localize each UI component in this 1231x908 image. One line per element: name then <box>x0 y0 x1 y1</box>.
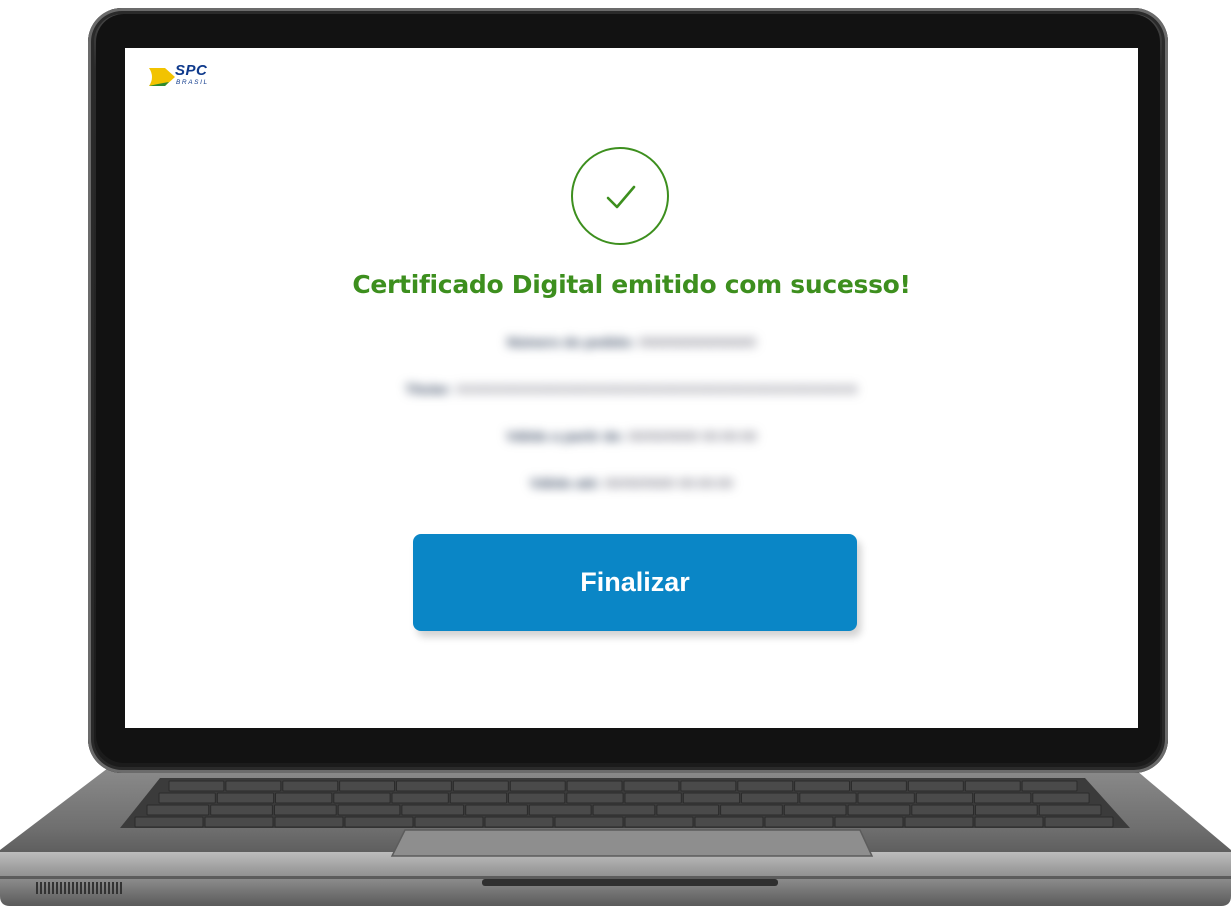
keyboard-key <box>623 780 680 792</box>
keyboard-key <box>964 780 1021 792</box>
keyboard-key <box>449 792 508 804</box>
keyboard-key <box>566 780 623 792</box>
keyboard-key <box>783 804 847 816</box>
keyboard-key <box>624 816 694 828</box>
keyboard-key <box>847 804 911 816</box>
keyboard-key <box>274 804 337 816</box>
detail-valid-from: Válido a partir de: 00/00/0000 00:00:00 <box>125 428 1138 444</box>
keyboard-key <box>225 780 282 792</box>
keyboard-key <box>339 780 396 792</box>
keyboard-key <box>401 804 465 816</box>
keyboard-key <box>1021 780 1078 792</box>
keyboard-key <box>911 804 974 816</box>
detail-label: Válido até: <box>529 475 601 491</box>
keyboard-key <box>1044 816 1114 828</box>
keyboard-key <box>509 780 566 792</box>
keyboard-key <box>682 792 741 804</box>
keyboard-key <box>452 780 509 792</box>
laptop-mockup: SPC BRASIL Certificado Digital emitido c… <box>0 0 1231 908</box>
keyboard-key <box>282 780 339 792</box>
keyboard-key <box>764 816 834 828</box>
keyboard-key <box>904 816 974 828</box>
finish-button[interactable]: Finalizar <box>413 534 857 631</box>
detail-value: 00/00/0000 00:00:00 <box>604 475 734 491</box>
keyboard-key <box>484 816 554 828</box>
detail-value: 00/00/0000 00:00:00 <box>628 428 757 444</box>
keyboard-key <box>741 792 799 804</box>
detail-label: Titular: <box>405 381 453 397</box>
keyboard-key <box>158 792 216 804</box>
keyboard-key <box>680 780 737 792</box>
keyboard-key <box>720 804 783 816</box>
keyboard-key <box>851 780 907 792</box>
keyboard-key <box>554 816 624 828</box>
keyboard-key <box>414 816 484 828</box>
keyboard-key <box>1038 804 1102 816</box>
detail-valid-until: Válido até: 00/00/0000 00:00:00 <box>125 475 1138 491</box>
logo-tagline: BRASIL <box>176 79 209 86</box>
screen: SPC BRASIL Certificado Digital emitido c… <box>125 48 1138 728</box>
keyboard-key <box>337 804 401 816</box>
keyboard-key <box>624 792 682 804</box>
keyboard-key <box>396 780 452 792</box>
success-message: Certificado Digital emitido com sucesso! <box>352 270 911 299</box>
keyboard-key <box>274 816 344 828</box>
keyboard-key <box>391 792 449 804</box>
detail-order-number: Número do pedido: 000000000000000 <box>125 334 1138 350</box>
keyboard-key <box>465 804 528 816</box>
keyboard-key <box>134 816 204 828</box>
keyboard-key <box>275 792 333 804</box>
keyboard-key <box>694 816 764 828</box>
logo-text: SPC <box>175 62 208 79</box>
keyboard-key <box>974 792 1032 804</box>
keyboard-key <box>794 780 850 792</box>
keyboard-key <box>656 804 720 816</box>
detail-value: 000000000000000 <box>639 334 756 350</box>
logo-mark-icon <box>149 68 175 86</box>
detail-holder: Titular: XXXXXXXXXXXXXXXXXXXXXXXXXXXXXXX… <box>125 381 1138 397</box>
keyboard-key <box>566 792 624 804</box>
keyboard-key <box>907 780 964 792</box>
spc-brasil-logo: SPC BRASIL <box>147 62 227 94</box>
keyboard-key <box>508 792 566 804</box>
keyboard-key <box>974 816 1044 828</box>
keyboard-key <box>915 792 974 804</box>
check-circle-icon <box>571 147 669 245</box>
keyboard-key <box>737 780 794 792</box>
detail-value: XXXXXXXXXXXXXXXXXXXXXXXXXXXXXXXXXXXXXXXX… <box>456 381 858 397</box>
keyboard-key <box>975 804 1038 816</box>
keyboard-key <box>834 816 904 828</box>
keyboard-key <box>210 804 273 816</box>
keyboard-key <box>592 804 656 816</box>
keyboard-key <box>799 792 857 804</box>
keyboard-key <box>344 816 414 828</box>
keyboard-key <box>528 804 592 816</box>
keyboard-key <box>204 816 274 828</box>
keyboard-key <box>1032 792 1090 804</box>
keyboard-key <box>216 792 275 804</box>
keyboard-key <box>857 792 915 804</box>
keyboard-key <box>168 780 225 792</box>
detail-label: Válido a partir de: <box>506 428 625 444</box>
keyboard-key <box>333 792 391 804</box>
detail-label: Número do pedido: <box>506 334 636 350</box>
keyboard-key <box>146 804 210 816</box>
